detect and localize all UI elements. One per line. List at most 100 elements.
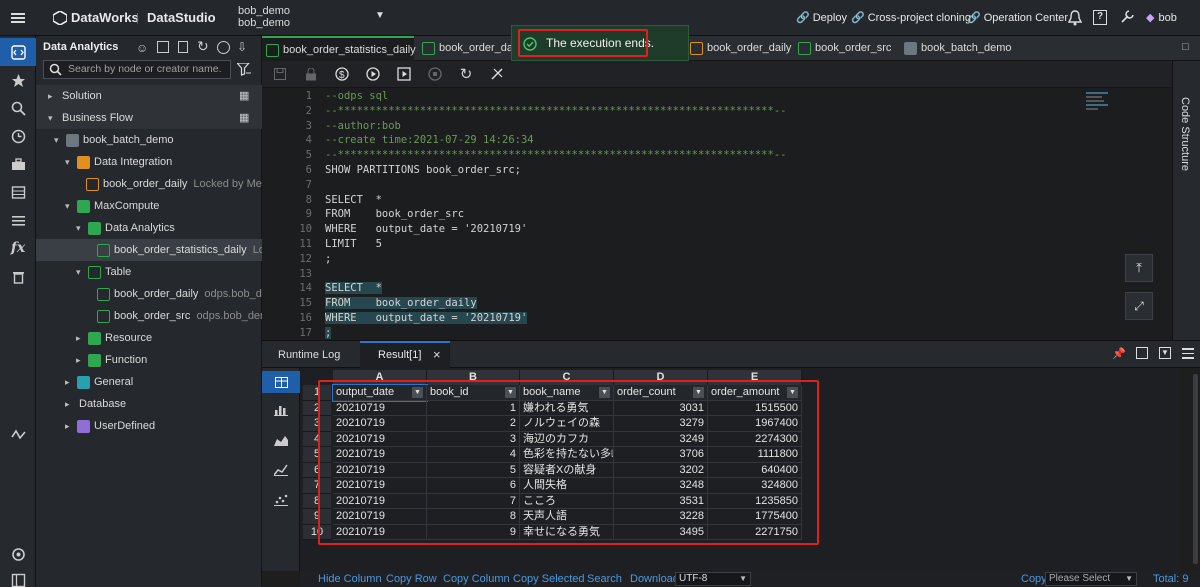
copy-selected-link[interactable]: Copy Selected	[513, 571, 585, 587]
save-icon[interactable]	[272, 66, 288, 82]
chevron-right-icon: ▸	[48, 91, 53, 101]
close-icon[interactable]: ×	[433, 343, 441, 367]
copy-format-select[interactable]: Please Select ▼	[1045, 572, 1137, 586]
locate-icon[interactable]	[217, 41, 230, 54]
download-link[interactable]: Download	[630, 571, 679, 587]
run-icon[interactable]	[365, 66, 381, 82]
link-icon: 🔗	[796, 12, 810, 24]
tree-item-solution[interactable]: ▸ Solution ▦	[36, 85, 262, 107]
tree-item-table-book-order-daily[interactable]: book_order_dailyodps.bob_demo	[36, 283, 262, 305]
search-box[interactable]: Search by node or creator name.	[43, 60, 231, 79]
cost-estimate-icon[interactable]: $	[334, 66, 350, 82]
briefcase-icon[interactable]	[0, 150, 36, 178]
tree-item-database[interactable]: ▸ Database	[36, 393, 262, 415]
line-number: 2	[305, 104, 312, 117]
run-with-params-icon[interactable]	[396, 66, 412, 82]
tree-item-userdefined[interactable]: ▸ UserDefined	[36, 415, 262, 437]
minimize-icon[interactable]: ▼	[1159, 347, 1171, 359]
menu-icon[interactable]	[10, 10, 26, 26]
tab-book-order-src[interactable]: book_order_src	[794, 36, 894, 61]
di-node-icon	[690, 41, 703, 55]
close-all-tabs-icon[interactable]: □	[1182, 41, 1189, 53]
code-structure-panel-toggle[interactable]: Code Structure	[1172, 61, 1200, 340]
vertical-scrollbar[interactable]	[1193, 374, 1198, 564]
clock-icon[interactable]	[0, 122, 36, 150]
tree-item-resource[interactable]: ▸ Resource	[36, 327, 262, 349]
line-number: 10	[299, 223, 312, 236]
more-menu-icon[interactable]	[1182, 348, 1194, 359]
reload-icon[interactable]: ↻	[458, 66, 474, 83]
line-number: 13	[299, 267, 312, 280]
copy-row-link[interactable]: Copy Row	[386, 571, 437, 587]
tab-book-order-statistics-daily[interactable]: book_order_statistics_daily	[262, 36, 416, 61]
scatter-chart-icon[interactable]	[274, 494, 288, 509]
component-icon[interactable]	[0, 66, 36, 94]
filter-icon[interactable]	[235, 62, 251, 79]
user-filter-icon[interactable]: ☺	[136, 41, 148, 55]
copy-column-link[interactable]: Copy Column	[443, 571, 510, 587]
table-icon[interactable]	[0, 178, 36, 206]
code-line: --create time:2021-07-29 14:26:34	[325, 134, 534, 147]
function-icon[interactable]: fx	[0, 234, 36, 262]
grid-view-icon[interactable]: ▦	[239, 107, 249, 129]
sql-editor[interactable]: 1 --odps sql 2 --**************************…	[262, 88, 1172, 340]
lock-icon[interactable]	[303, 66, 319, 82]
fullscreen-button[interactable]: ⤢	[1125, 292, 1153, 320]
table-icon	[97, 287, 110, 301]
lineage-icon[interactable]	[0, 420, 36, 448]
refresh-icon[interactable]: ↻	[197, 38, 209, 55]
tree-item-book-batch-demo[interactable]: ▾ book_batch_demo	[36, 129, 262, 151]
chevron-down-icon: ▾	[76, 223, 81, 233]
create-node-icon[interactable]	[157, 41, 169, 53]
tree-item-table-book-order-src[interactable]: book_order_srcodps.bob_demo	[36, 305, 262, 327]
area-chart-icon[interactable]	[274, 434, 288, 449]
new-file-icon[interactable]	[178, 41, 188, 53]
list-icon[interactable]	[0, 206, 36, 234]
table-view-icon[interactable]	[262, 371, 300, 393]
stop-icon[interactable]	[427, 66, 443, 82]
help-icon[interactable]: ?	[1093, 10, 1107, 25]
grid-view-icon[interactable]: ▦	[239, 85, 249, 107]
maximize-icon[interactable]	[1136, 347, 1148, 359]
import-icon[interactable]: ⇩	[237, 40, 247, 54]
tree-item-sql-node[interactable]: book_order_statistics_dailyLocked	[36, 239, 262, 261]
svg-text:$: $	[339, 70, 345, 81]
copy-link[interactable]: Copy	[1021, 571, 1047, 587]
tree-item-data-integration[interactable]: ▾ Data Integration	[36, 151, 262, 173]
tree-item-maxcompute[interactable]: ▾ MaxCompute	[36, 195, 262, 217]
line-chart-icon[interactable]	[273, 464, 288, 479]
trash-icon[interactable]	[0, 262, 36, 290]
bar-chart-icon[interactable]	[274, 404, 288, 419]
toast-highlight-box	[518, 29, 648, 57]
search-icon[interactable]	[0, 94, 36, 122]
tree-item-function[interactable]: ▸ Function	[36, 349, 262, 371]
format-icon[interactable]	[489, 66, 505, 82]
tree-item-business-flow[interactable]: ▾ Business Flow ▦	[36, 107, 262, 129]
tab-book-batch-demo[interactable]: book_batch_demo	[900, 36, 1012, 61]
deploy-link[interactable]: 🔗 Deploy	[796, 0, 847, 36]
tab-book-order-daily-table[interactable]: book_order_daily	[418, 36, 523, 61]
tab-result[interactable]: Result[1] ×	[360, 341, 450, 369]
bell-icon[interactable]	[1067, 10, 1083, 26]
tab-runtime-log[interactable]: Runtime Log	[278, 341, 340, 369]
user-menu[interactable]: ◆ bob	[1146, 0, 1177, 36]
hide-column-link[interactable]: Hide Column	[318, 571, 382, 587]
settings-icon[interactable]	[0, 540, 36, 568]
cross-project-cloning-link[interactable]: 🔗 Cross-project cloning	[851, 0, 971, 36]
wrench-icon[interactable]	[1119, 9, 1135, 25]
data-development-icon[interactable]	[0, 38, 36, 66]
tree-item-table[interactable]: ▾ Table	[36, 261, 262, 283]
tree-item-general[interactable]: ▸ General	[36, 371, 262, 393]
scroll-to-top-button[interactable]: ⤒	[1125, 254, 1153, 282]
operation-center-link[interactable]: 🔗 Operation Center	[967, 0, 1068, 36]
search-link[interactable]: Search	[587, 571, 622, 587]
tree-item-di-node[interactable]: book_order_dailyLocked by Me Jul 29	[36, 173, 262, 195]
line-number: 15	[299, 297, 312, 310]
tab-book-order-daily-di[interactable]: book_order_daily	[686, 36, 791, 61]
workspace-selector[interactable]: bob_demo bob_demo ▼	[238, 5, 388, 31]
total-count: Total: 9	[1153, 573, 1189, 585]
pin-icon[interactable]: 📌	[1112, 347, 1126, 360]
encoding-select[interactable]: UTF-8 ▼	[675, 572, 751, 586]
collapse-icon[interactable]	[0, 566, 36, 587]
tree-item-data-analytics[interactable]: ▾ Data Analytics	[36, 217, 262, 239]
